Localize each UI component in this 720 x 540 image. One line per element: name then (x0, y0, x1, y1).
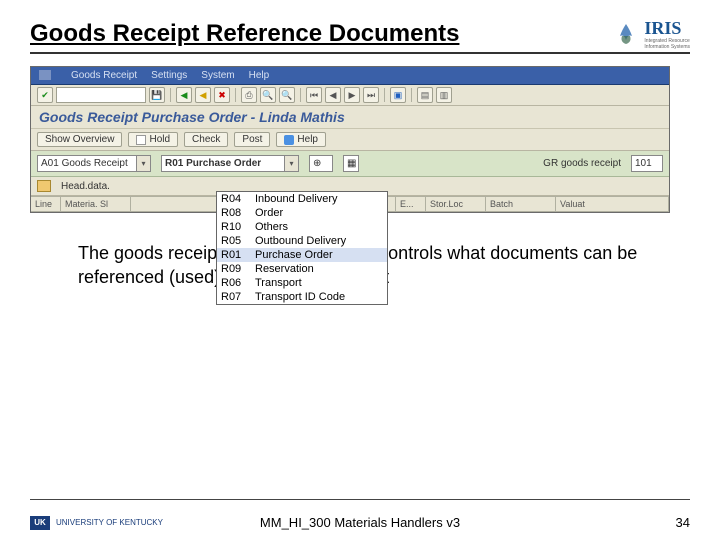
folder-icon[interactable] (37, 180, 51, 192)
check-button[interactable]: Check (184, 132, 228, 147)
sap-app-toolbar: Show Overview Hold Check Post Help (31, 129, 669, 151)
dropdown-option[interactable]: R04Inbound Delivery (217, 192, 387, 206)
dropdown-option[interactable]: R09Reservation (217, 262, 387, 276)
reference-doc-dropdown-list[interactable]: R04Inbound DeliveryR08OrderR10OthersR05O… (216, 191, 388, 305)
iris-flower-icon (612, 20, 640, 48)
transaction-variant-value: A01 Goods Receipt (37, 155, 137, 172)
last-page-icon[interactable]: ⏭ (363, 87, 379, 103)
enter-icon[interactable]: ✔ (37, 87, 53, 103)
footer-rule (30, 499, 690, 500)
sap-selection-row: A01 Goods Receipt ▾ R01 Purchase Order ▾… (31, 151, 669, 177)
slide-title: Goods Receipt Reference Documents (30, 20, 459, 48)
first-page-icon[interactable]: ⏮ (306, 87, 322, 103)
col-sloc: Stor.Loc (426, 197, 486, 211)
col-e: E... (396, 197, 426, 211)
window-control-icon[interactable] (39, 70, 51, 80)
gr-label: GR goods receipt (543, 158, 621, 169)
back-icon[interactable]: ◀ (176, 87, 192, 103)
save-icon[interactable]: 💾 (149, 87, 165, 103)
iris-logo: IRIS Integrated ResourceInformation Syst… (612, 18, 690, 50)
menu-settings[interactable]: Settings (151, 70, 187, 81)
menu-help[interactable]: Help (249, 70, 270, 81)
cancel-icon[interactable]: ✖ (214, 87, 230, 103)
sap-window-title: Goods Receipt Purchase Order - Linda Mat… (31, 106, 669, 129)
movement-type-field[interactable]: 101 (631, 155, 663, 172)
help-icon (284, 135, 294, 145)
menu-goods-receipt[interactable]: Goods Receipt (71, 70, 137, 81)
dropdown-option[interactable]: R01Purchase Order (217, 248, 387, 262)
dropdown-option[interactable]: R10Others (217, 220, 387, 234)
reference-doc-value: R01 Purchase Order (161, 155, 285, 172)
find-next-icon[interactable]: 🔍 (279, 87, 295, 103)
print-icon[interactable]: ⎙ (241, 87, 257, 103)
dropdown-option[interactable]: R05Outbound Delivery (217, 234, 387, 248)
dropdown-option[interactable]: R08Order (217, 206, 387, 220)
dropdown-option[interactable]: R07Transport ID Code (217, 290, 387, 304)
post-button[interactable]: Post (234, 132, 270, 147)
transaction-variant-dropdown[interactable]: A01 Goods Receipt ▾ (37, 155, 151, 172)
exit-icon[interactable]: ◀ (195, 87, 211, 103)
menu-system[interactable]: System (201, 70, 234, 81)
sap-menubar: Goods Receipt Settings System Help (31, 67, 669, 85)
shortcut-icon[interactable]: ▤ (417, 87, 433, 103)
hold-button[interactable]: Hold (128, 132, 178, 147)
layout-icon[interactable]: ▥ (436, 87, 452, 103)
command-field[interactable] (56, 87, 146, 103)
footer-center: MM_HI_300 Materials Handlers v3 (0, 515, 720, 530)
reference-doc-dropdown[interactable]: R01 Purchase Order ▾ (161, 155, 299, 172)
next-page-icon[interactable]: ▶ (344, 87, 360, 103)
show-overview-button[interactable]: Show Overview (37, 132, 122, 147)
chevron-down-icon[interactable]: ▾ (285, 155, 299, 172)
prev-page-icon[interactable]: ◀ (325, 87, 341, 103)
headdata-label: Head.data. (61, 181, 110, 192)
col-line: Line (31, 197, 61, 211)
col-material: Materia. Sl (61, 197, 131, 211)
col-valuation: Valuat (556, 197, 669, 211)
find-icon[interactable]: 🔍 (260, 87, 276, 103)
detail-toggle[interactable]: ⊕ (309, 155, 333, 172)
dropdown-option[interactable]: R06Transport (217, 276, 387, 290)
expand-toggle[interactable]: ▦ (343, 155, 359, 172)
col-batch: Batch (486, 197, 556, 211)
iris-text: IRIS (644, 18, 690, 39)
iris-subtitle: Integrated ResourceInformation Systems (644, 39, 690, 50)
new-session-icon[interactable]: ▣ (390, 87, 406, 103)
help-button[interactable]: Help (276, 132, 326, 147)
blank-doc-icon (136, 135, 146, 145)
chevron-down-icon[interactable]: ▾ (137, 155, 151, 172)
sap-standard-toolbar: ✔ 💾 ◀ ◀ ✖ ⎙ 🔍 🔍 ⏮ ◀ ▶ ⏭ ▣ ▤ ▥ (31, 85, 669, 106)
